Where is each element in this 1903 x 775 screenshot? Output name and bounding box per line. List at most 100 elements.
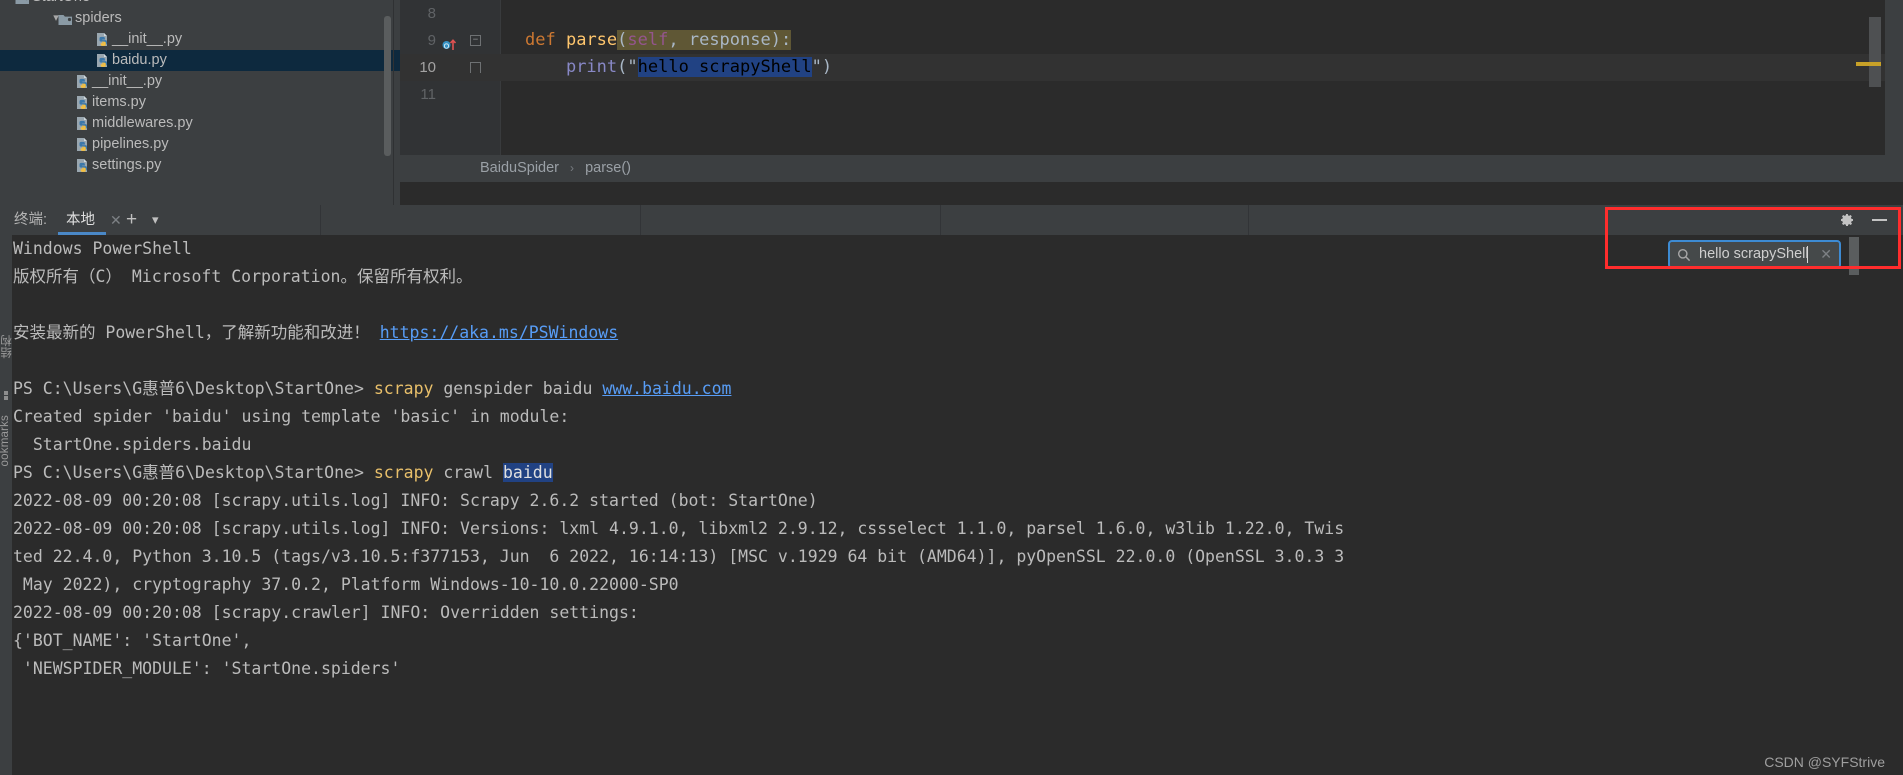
tree-item-spiders[interactable]: ▾ spiders <box>0 8 400 29</box>
svg-text:O: O <box>444 44 450 51</box>
tree-item-itemspy[interactable]: items.py <box>0 92 400 113</box>
python-file-icon <box>75 158 90 173</box>
tree-item-label: settings.py <box>92 157 162 173</box>
terminal-line: May 2022), cryptography 37.0.2, Platform… <box>13 571 1903 599</box>
watermark: CSDN @SYFStrive <box>1764 754 1885 770</box>
project-tree-scrollbar[interactable] <box>384 16 391 156</box>
terminal-text: 2022-08-09 00:20:08 [scrapy.crawler] INF… <box>13 603 639 622</box>
terminal-line: PS C:\Users\G惠普6\Desktop\StartOne> scrap… <box>13 459 1903 487</box>
terminal-line: 'NEWSPIDER_MODULE': 'StartOne.spiders' <box>13 655 1903 683</box>
search-input-value[interactable]: hello scrapyShell <box>1699 242 1809 267</box>
minimize-icon[interactable] <box>1872 219 1887 221</box>
terminal-text: 2022-08-09 00:20:08 [scrapy.utils.log] I… <box>13 519 1345 538</box>
terminal-line: Windows PowerShell <box>13 235 1903 263</box>
terminal-text: Created spider 'baidu' using template 'b… <box>13 407 570 426</box>
breadcrumb[interactable]: BaiduSpider › parse() <box>400 155 1903 182</box>
tree-item-pipelinespy[interactable]: pipelines.py <box>0 134 400 155</box>
breadcrumb-class[interactable]: BaiduSpider <box>480 160 559 176</box>
line-number: 11 <box>420 86 436 103</box>
terminal-selected-text: baidu <box>502 463 553 482</box>
fold-end-icon[interactable] <box>470 62 481 73</box>
terminal-tab-close-icon[interactable]: ✕ <box>110 205 122 235</box>
terminal-panel-label: 终端: <box>14 212 48 228</box>
folder-icon <box>58 12 73 25</box>
terminal-text: ted 22.4.0, Python 3.10.5 (tags/v3.10.5:… <box>13 547 1345 566</box>
function-name: parse <box>565 30 618 50</box>
editor-scrollbar[interactable] <box>1869 17 1881 87</box>
text-caret <box>1807 246 1808 263</box>
response-param: response <box>688 30 771 50</box>
terminal-panel[interactable]: 结构 ookmarks Windows PowerShell 版权所有（C） Mi… <box>0 235 1903 775</box>
tree-item-middlewarespy[interactable]: middlewares.py <box>0 113 400 134</box>
python-file-icon <box>75 95 90 110</box>
terminal-search-field[interactable]: hello scrapyShell ✕ <box>1668 240 1841 269</box>
terminal-line: PS C:\Users\G惠普6\Desktop\StartOne> scrap… <box>13 375 1903 403</box>
editor-line-8[interactable]: 8 <box>400 0 1903 27</box>
tree-item-label: StartOne <box>32 0 90 8</box>
tree-item-baidupy[interactable]: baidu.py <box>0 50 400 71</box>
terminal-text: genspider baidu <box>433 379 603 398</box>
python-file-icon <box>95 32 110 47</box>
terminal-line: 版权所有（C） Microsoft Corporation。保留所有权利。 <box>13 263 1903 291</box>
python-file-icon <box>75 137 90 152</box>
terminal-command: scrapy <box>373 379 434 398</box>
new-terminal-tab-button[interactable]: + <box>126 205 137 235</box>
editor-line-11[interactable]: 11 <box>400 81 1903 108</box>
editor-scrollbar-warning-marker[interactable] <box>1856 62 1881 66</box>
fold-collapse-icon[interactable]: − <box>470 35 481 46</box>
terminal-text: PS C:\Users\G惠普6\Desktop\StartOne> <box>13 379 374 398</box>
tree-item-label: pipelines.py <box>92 136 169 152</box>
tree-item-label: __init__.py <box>112 31 183 47</box>
close-paren-colon: ): <box>770 30 792 50</box>
terminal-text: PS C:\Users\G惠普6\Desktop\StartOne> <box>13 463 374 482</box>
terminal-text: {'BOT_NAME': 'StartOne', <box>13 631 252 650</box>
settings-gear-icon[interactable] <box>1839 212 1855 228</box>
tree-item-label: spiders <box>75 10 122 26</box>
folder-icon <box>15 0 30 4</box>
param-comma: , <box>668 30 689 50</box>
terminal-scrollbar[interactable] <box>1888 270 1898 770</box>
terminal-text: 'NEWSPIDER_MODULE': 'StartOne.spiders' <box>13 659 401 678</box>
line-number: 8 <box>427 5 436 22</box>
python-file-icon <box>75 74 90 89</box>
terminal-line: 2022-08-09 00:20:08 [scrapy.utils.log] I… <box>13 515 1903 543</box>
terminal-output[interactable]: Windows PowerShell 版权所有（C） Microsoft Corp… <box>13 235 1903 683</box>
line-number: 10 <box>419 59 436 76</box>
clear-search-icon[interactable]: ✕ <box>1820 242 1832 267</box>
terminal-top-scrollbar-thumb[interactable] <box>1849 237 1859 275</box>
code-text-line-10: print("hello scrapyShell") <box>525 54 832 81</box>
terminal-text: Windows PowerShell <box>13 239 192 258</box>
terminal-line: ted 22.4.0, Python 3.10.5 (tags/v3.10.5:… <box>13 543 1903 571</box>
bookmarks-tool-label[interactable]: ookmarks <box>0 415 11 466</box>
terminal-tab-local[interactable]: 本地 <box>60 205 101 235</box>
terminal-link[interactable]: www.baidu.com <box>602 379 731 398</box>
editor-right-gutter <box>1885 0 1903 162</box>
code-text-line-9: def parse(self, response): <box>525 27 792 54</box>
tree-editor-divider <box>393 0 394 205</box>
terminal-toolbar: 终端: 本地 ✕ + ▾ <box>0 205 1903 235</box>
upper-pane: ▾StartOne▾spiders __init__.py baidu.py __in… <box>0 0 1903 205</box>
tree-item-settingspy[interactable]: settings.py <box>0 155 400 176</box>
terminal-text: crawl <box>433 463 503 482</box>
keyword-def: def <box>525 30 556 50</box>
terminal-link[interactable]: https://aka.ms/PSWindows <box>380 323 618 342</box>
terminal-text: StartOne.spiders.baidu <box>13 435 252 454</box>
python-file-icon <box>95 53 110 68</box>
terminal-command: scrapy <box>373 463 434 482</box>
print-open: (" <box>617 57 638 77</box>
terminal-line: 2022-08-09 00:20:08 [scrapy.utils.log] I… <box>13 487 1903 515</box>
tree-item-label: __init__.py <box>92 73 163 89</box>
breadcrumb-method[interactable]: parse() <box>585 160 631 176</box>
tree-item-startone[interactable]: ▾StartOne <box>0 0 400 8</box>
search-match-highlight: hello scrapyShell <box>637 57 812 77</box>
tree-item-initpy[interactable]: __init__.py <box>0 29 400 50</box>
terminal-text: 版权所有（C） Microsoft Corporation。保留所有权利。 <box>13 267 473 286</box>
editor-line-9[interactable]: 9 O − def parse(self, response): <box>400 27 1903 54</box>
print-close: ") <box>811 57 833 77</box>
tree-item-initpy[interactable]: __init__.py <box>0 71 400 92</box>
project-tree-panel[interactable]: ▾StartOne▾spiders __init__.py baidu.py __in… <box>0 0 400 205</box>
chevron-down-icon[interactable]: ▾ <box>152 205 159 235</box>
tree-item-label: baidu.py <box>112 52 167 68</box>
editor-line-10[interactable]: 10 print("hello scrapyShell") <box>400 54 1903 81</box>
